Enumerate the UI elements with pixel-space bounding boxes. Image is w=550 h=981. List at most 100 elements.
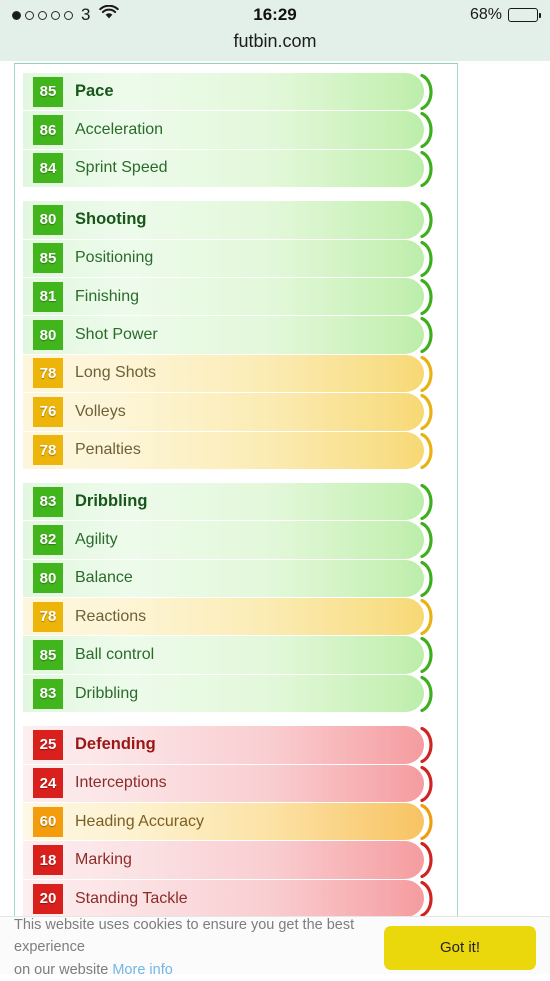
shooting-group: 80 Shooting 85 Positioning 81 Finishing 80 Shot… xyxy=(23,201,449,470)
url-label[interactable]: futbin.com xyxy=(233,31,316,52)
signal-dot xyxy=(25,10,34,20)
stat-label: Dribbling xyxy=(75,684,139,702)
stat-label: Pace xyxy=(75,82,114,101)
stat-label: Defending xyxy=(75,735,156,754)
cookie-consent-banner: This website uses cookies to ensure you … xyxy=(0,916,550,978)
stat-label: Sprint Speed xyxy=(75,159,168,177)
stat-value-badge: 20 xyxy=(33,883,63,914)
stat-label: Volleys xyxy=(75,402,126,420)
stat-value-badge: 84 xyxy=(33,153,63,184)
stat-bar-arc-icon xyxy=(418,842,440,879)
stat-row[interactable]: 78 Reactions xyxy=(23,598,449,637)
page-content: 85 Pace 86 Acceleration 84 Sprint Speed 80 Shoo… xyxy=(0,61,550,978)
stat-bar-arc-icon xyxy=(418,202,440,239)
defending-group: 25 Defending 24 Interceptions 60 Heading Accu… xyxy=(23,726,449,919)
stat-value-badge: 60 xyxy=(33,806,63,837)
carrier-label: 3 xyxy=(81,5,91,24)
stat-row-header[interactable]: 85 Pace xyxy=(23,73,449,112)
stat-value-badge: 78 xyxy=(33,601,63,632)
player-stats-card: 85 Pace 86 Acceleration 84 Sprint Speed 80 Shoo… xyxy=(14,63,458,928)
stat-row[interactable]: 82 Agility xyxy=(23,521,449,560)
stat-row[interactable]: 76 Volleys xyxy=(23,393,449,432)
stat-label: Finishing xyxy=(75,287,140,305)
stat-bar-arc-icon xyxy=(418,880,440,917)
stat-label: Reactions xyxy=(75,607,147,625)
signal-dot xyxy=(64,10,73,20)
stat-row[interactable]: 80 Balance xyxy=(23,559,449,599)
stat-value-badge: 78 xyxy=(33,358,63,389)
stat-value-badge: 76 xyxy=(33,396,63,427)
stat-row-header[interactable]: 80 Shooting xyxy=(23,201,449,240)
stat-row[interactable]: 20 Standing Tackle xyxy=(23,879,449,919)
stat-label: Ball control xyxy=(75,646,155,664)
stat-label: Heading Accuracy xyxy=(75,812,204,830)
stat-value-badge: 85 xyxy=(33,243,63,274)
stat-label: Shooting xyxy=(75,210,147,229)
battery-nub xyxy=(538,13,541,18)
stat-value-badge: 81 xyxy=(33,281,63,312)
status-bar-left: 3 xyxy=(12,4,120,25)
stat-row[interactable]: 24 Interceptions xyxy=(23,764,449,804)
stat-label: Interceptions xyxy=(75,774,167,792)
stat-value-badge: 83 xyxy=(33,678,63,709)
accept-cookies-button[interactable]: Got it! xyxy=(384,925,536,970)
stat-bar-arc-icon xyxy=(418,112,440,149)
cookie-message-line1: This website uses cookies to ensure you … xyxy=(14,916,355,956)
pace-group: 85 Pace 86 Acceleration 84 Sprint Speed xyxy=(23,73,449,189)
stat-bar-arc-icon xyxy=(418,74,440,110)
stat-label: Positioning xyxy=(75,249,154,267)
stat-value-badge: 82 xyxy=(33,524,63,555)
stat-label: Agility xyxy=(75,530,118,548)
url-bar[interactable]: futbin.com xyxy=(0,30,550,61)
stat-row[interactable]: 18 Marking xyxy=(23,841,449,880)
stat-label: Balance xyxy=(75,569,133,587)
cookie-message: This website uses cookies to ensure you … xyxy=(14,914,384,981)
signal-strength-icon xyxy=(12,10,73,20)
stat-bar-arc-icon xyxy=(418,394,440,431)
status-bar: 3 16:29 68% xyxy=(0,0,550,30)
stat-value-badge: 18 xyxy=(33,845,63,876)
stat-row[interactable]: 85 Positioning xyxy=(23,239,449,278)
stat-value-badge: 85 xyxy=(33,76,63,107)
stat-bar-arc-icon xyxy=(418,355,440,392)
battery-icon xyxy=(508,8,541,22)
stat-row[interactable]: 80 Shot Power xyxy=(23,316,449,355)
stat-value-badge: 80 xyxy=(33,204,63,235)
stat-label: Penalties xyxy=(75,441,141,459)
stat-row-header[interactable]: 83 Dribbling xyxy=(23,482,449,522)
stat-value-badge: 83 xyxy=(33,486,63,517)
home-indicator-strip xyxy=(0,974,550,978)
stat-row[interactable]: 85 Ball control xyxy=(23,636,449,675)
stat-label: Dribbling xyxy=(75,492,148,511)
stat-label: Long Shots xyxy=(75,364,156,382)
stat-bar-arc-icon xyxy=(418,240,440,277)
stat-value-badge: 85 xyxy=(33,640,63,671)
signal-dot xyxy=(51,10,60,20)
stat-row[interactable]: 86 Acceleration xyxy=(23,111,449,150)
signal-dot xyxy=(38,10,47,20)
stat-label: Standing Tackle xyxy=(75,889,188,907)
battery-percent-label: 68% xyxy=(469,6,502,23)
stat-row-header[interactable]: 25 Defending xyxy=(23,726,449,765)
stat-bar-arc-icon xyxy=(418,765,440,802)
stat-row[interactable]: 81 Finishing xyxy=(23,277,449,317)
stat-row[interactable]: 78 Long Shots xyxy=(23,354,449,394)
stat-bar-arc-icon xyxy=(418,804,440,841)
stat-value-badge: 25 xyxy=(33,729,63,760)
stat-bar-arc-icon xyxy=(418,637,440,674)
stat-bar-arc-icon xyxy=(418,150,440,187)
stat-bar-arc-icon xyxy=(418,675,440,712)
stat-label: Acceleration xyxy=(75,121,164,139)
signal-dot xyxy=(12,10,21,20)
stat-row[interactable]: 83 Dribbling xyxy=(23,674,449,714)
stat-value-badge: 86 xyxy=(33,115,63,146)
stat-row[interactable]: 78 Penalties xyxy=(23,431,449,470)
stat-bar-arc-icon xyxy=(418,483,440,520)
stat-bar-arc-icon xyxy=(418,317,440,354)
stat-value-badge: 80 xyxy=(33,320,63,351)
stat-row[interactable]: 84 Sprint Speed xyxy=(23,149,449,189)
stat-bar-arc-icon xyxy=(418,432,440,469)
stat-row[interactable]: 60 Heading Accuracy xyxy=(23,803,449,842)
stat-bar-arc-icon xyxy=(418,727,440,764)
stat-bar-arc-icon xyxy=(418,522,440,559)
